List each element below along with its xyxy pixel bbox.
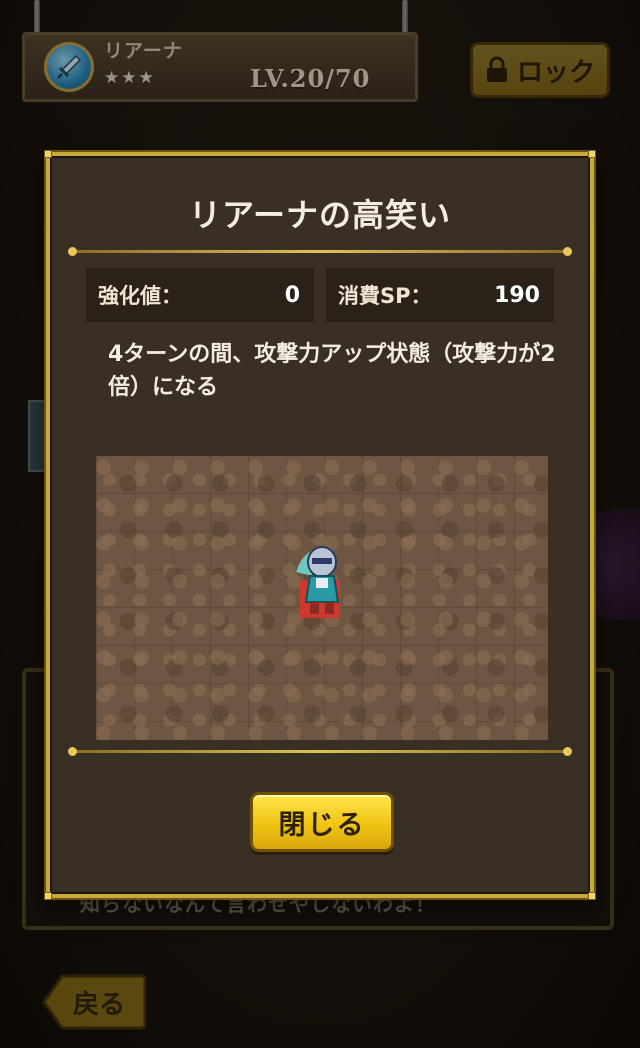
title-divider bbox=[68, 247, 572, 256]
enhance-label: 強化値： bbox=[98, 284, 182, 308]
knight-character-sprite bbox=[296, 546, 340, 614]
sp-cost-value: 190 bbox=[494, 282, 540, 308]
corner-ornament bbox=[44, 892, 52, 900]
skill-title: リアーナの高笑い bbox=[188, 196, 452, 234]
enhance-stat: 強化値： 0 bbox=[86, 268, 314, 322]
sp-cost-label: 消費SP： bbox=[338, 284, 432, 308]
skill-detail-dialog: リアーナの高笑い 強化値： 0 消費SP： 190 4ターンの間、攻撃力アップ状… bbox=[44, 150, 596, 900]
skill-description: 4ターンの間、攻撃力アップ状態（攻撃力が2倍）になる bbox=[108, 342, 556, 400]
skill-preview-field bbox=[96, 456, 548, 740]
close-button[interactable]: 閉じる bbox=[250, 792, 394, 852]
corner-ornament bbox=[44, 150, 52, 158]
enhance-value: 0 bbox=[284, 282, 300, 308]
bottom-divider bbox=[68, 747, 572, 756]
corner-ornament bbox=[588, 892, 596, 900]
sp-cost-stat: 消費SP： 190 bbox=[326, 268, 554, 322]
corner-ornament bbox=[588, 150, 596, 158]
